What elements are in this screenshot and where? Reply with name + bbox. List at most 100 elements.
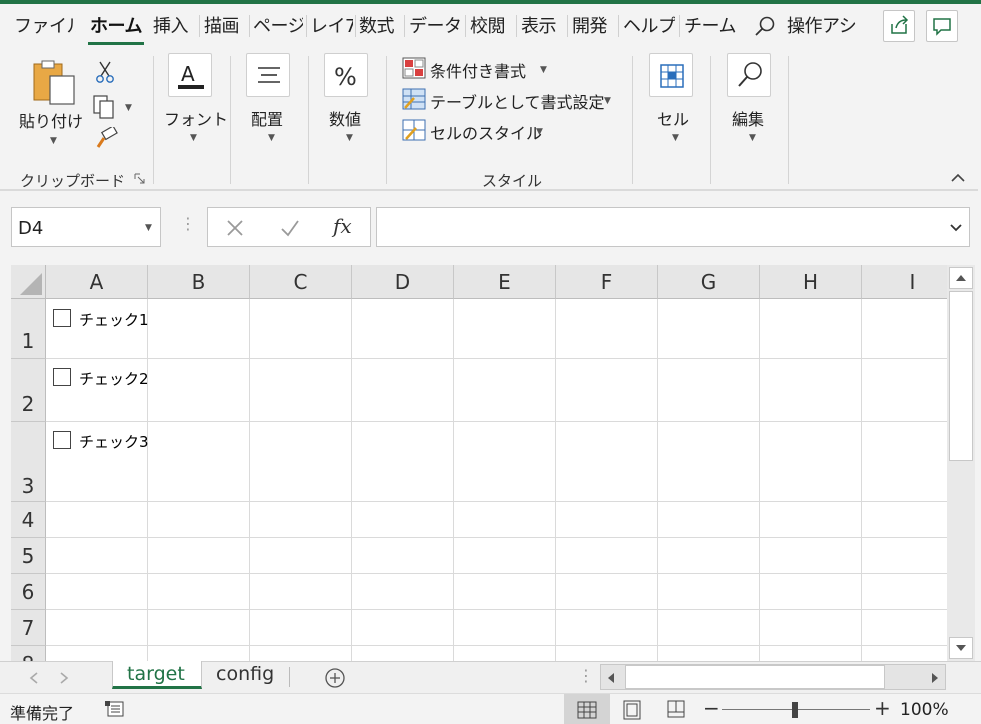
- checkbox-3[interactable]: [53, 431, 71, 449]
- column-header-c[interactable]: C: [250, 265, 352, 299]
- horizontal-scroll-thumb[interactable]: [625, 665, 885, 689]
- tab-formulas[interactable]: 数式: [359, 12, 399, 40]
- tab-draw[interactable]: 描画: [204, 12, 246, 40]
- column-header-i[interactable]: I: [862, 265, 947, 299]
- alignment-dropdown-caret[interactable]: ▼: [268, 133, 275, 143]
- tab-file[interactable]: ファイル: [14, 12, 76, 40]
- cut-icon[interactable]: [94, 60, 116, 84]
- tab-data[interactable]: データ: [409, 12, 461, 40]
- conditional-formatting-button[interactable]: 条件付き書式 ▼: [402, 57, 562, 81]
- scroll-up-button[interactable]: [949, 267, 973, 289]
- page-layout-view-icon[interactable]: [622, 700, 642, 720]
- scroll-left-icon[interactable]: [605, 671, 617, 685]
- formula-bar-splitter[interactable]: ⋮: [180, 214, 196, 233]
- paste-label[interactable]: 貼り付け: [19, 108, 83, 132]
- row-header-2[interactable]: 2: [11, 359, 46, 422]
- cell-styles-button[interactable]: セルのスタイル ▼: [402, 119, 552, 143]
- tab-developer[interactable]: 開発: [572, 12, 614, 40]
- font-dropdown-caret[interactable]: ▼: [190, 133, 197, 143]
- checkbox-2[interactable]: [53, 368, 71, 386]
- cells-dropdown-caret[interactable]: ▼: [672, 133, 679, 143]
- normal-view-button[interactable]: [564, 694, 610, 724]
- tab-team[interactable]: チーム: [684, 12, 736, 40]
- formula-input[interactable]: [376, 207, 970, 247]
- cells-button-box[interactable]: [649, 53, 693, 97]
- prev-sheet-icon[interactable]: [28, 671, 40, 685]
- enter-check-icon[interactable]: [280, 219, 300, 237]
- name-box-caret[interactable]: ▼: [145, 223, 152, 233]
- add-sheet-icon[interactable]: [324, 667, 346, 689]
- macro-recording-icon[interactable]: [104, 700, 124, 718]
- zoom-in-button[interactable]: +: [874, 696, 891, 720]
- column-header-g[interactable]: G: [658, 265, 760, 299]
- tab-help[interactable]: ヘルプ: [623, 12, 675, 40]
- horizontal-scrollbar[interactable]: [600, 664, 946, 690]
- checkbox-2-label[interactable]: チェック2: [79, 368, 149, 389]
- tab-scroll-splitter[interactable]: ⋮: [578, 666, 594, 685]
- tab-view[interactable]: 表示: [521, 12, 563, 40]
- format-as-table-button[interactable]: テーブルとして書式設定 ▼: [402, 88, 617, 112]
- checkbox-1[interactable]: [53, 309, 71, 327]
- sheet-tab-config[interactable]: config: [216, 663, 274, 685]
- format-painter-icon[interactable]: [93, 127, 119, 151]
- tab-review[interactable]: 校閲: [470, 12, 512, 40]
- row-header-4[interactable]: 4: [11, 502, 46, 538]
- tab-insert[interactable]: 挿入: [153, 12, 195, 40]
- tab-page-layout[interactable]: ページ: [253, 12, 303, 40]
- row-header-7[interactable]: 7: [11, 610, 46, 646]
- font-group-label[interactable]: フォント: [164, 106, 228, 130]
- scroll-down-button[interactable]: [949, 637, 973, 659]
- number-group-label[interactable]: 数値: [329, 106, 361, 130]
- search-icon[interactable]: [754, 15, 776, 37]
- checkbox-1-label[interactable]: チェック1: [79, 309, 149, 330]
- font-button-box[interactable]: A: [168, 53, 212, 97]
- copy-icon[interactable]: [92, 94, 118, 120]
- share-button[interactable]: [883, 10, 915, 42]
- row-header-5[interactable]: 5: [11, 538, 46, 574]
- column-header-h[interactable]: H: [760, 265, 862, 299]
- worksheet-grid[interactable]: A B C D E F G H I 1 2 3 4 5 6 7 8 チェック1: [11, 265, 947, 661]
- copy-dropdown-caret[interactable]: ▼: [125, 103, 132, 113]
- column-header-f[interactable]: F: [556, 265, 658, 299]
- name-box[interactable]: D4 ▼: [11, 207, 161, 247]
- zoom-level[interactable]: 100%: [900, 700, 949, 720]
- paste-dropdown-caret[interactable]: ▼: [50, 136, 57, 146]
- column-header-b[interactable]: B: [148, 265, 250, 299]
- column-header-d[interactable]: D: [352, 265, 454, 299]
- page-break-preview-icon[interactable]: [666, 700, 686, 720]
- cancel-icon[interactable]: [226, 219, 244, 237]
- select-all-button[interactable]: [11, 265, 46, 299]
- row-header-1[interactable]: 1: [11, 299, 46, 359]
- row-header-8[interactable]: 8: [11, 646, 46, 661]
- editing-button-box[interactable]: [727, 53, 771, 97]
- editing-group-label[interactable]: 編集: [732, 106, 764, 130]
- paste-icon[interactable]: [30, 58, 78, 106]
- cells-group-label[interactable]: セル: [657, 106, 689, 130]
- number-dropdown-caret[interactable]: ▼: [346, 133, 353, 143]
- next-sheet-icon[interactable]: [58, 671, 70, 685]
- alignment-group-label[interactable]: 配置: [251, 106, 283, 130]
- comments-button[interactable]: [926, 10, 958, 42]
- checkbox-3-label[interactable]: チェック3: [79, 431, 149, 452]
- zoom-out-button[interactable]: −: [703, 696, 720, 720]
- alignment-button-box[interactable]: [246, 53, 290, 97]
- expand-formula-bar-icon[interactable]: [949, 222, 963, 234]
- dialog-launcher-icon[interactable]: [134, 173, 145, 184]
- number-button-box[interactable]: %: [324, 53, 368, 97]
- column-header-a[interactable]: A: [46, 265, 148, 299]
- row-header-3[interactable]: 3: [11, 422, 46, 502]
- row-header-6[interactable]: 6: [11, 574, 46, 610]
- scroll-thumb[interactable]: [949, 291, 973, 461]
- tab-home[interactable]: ホーム: [90, 12, 146, 40]
- column-header-e[interactable]: E: [454, 265, 556, 299]
- vertical-scrollbar[interactable]: [947, 265, 975, 661]
- tab-separator: [679, 15, 680, 37]
- tell-me-box[interactable]: 操作アシ: [787, 12, 863, 40]
- zoom-slider-thumb[interactable]: [792, 702, 798, 718]
- scroll-right-icon[interactable]: [929, 671, 941, 685]
- insert-function-button[interactable]: fx: [333, 214, 352, 238]
- sheet-tab-target[interactable]: target: [112, 661, 202, 689]
- collapse-ribbon-icon[interactable]: [950, 171, 966, 185]
- editing-dropdown-caret[interactable]: ▼: [749, 133, 756, 143]
- tab-layout[interactable]: レイ7: [310, 12, 353, 40]
